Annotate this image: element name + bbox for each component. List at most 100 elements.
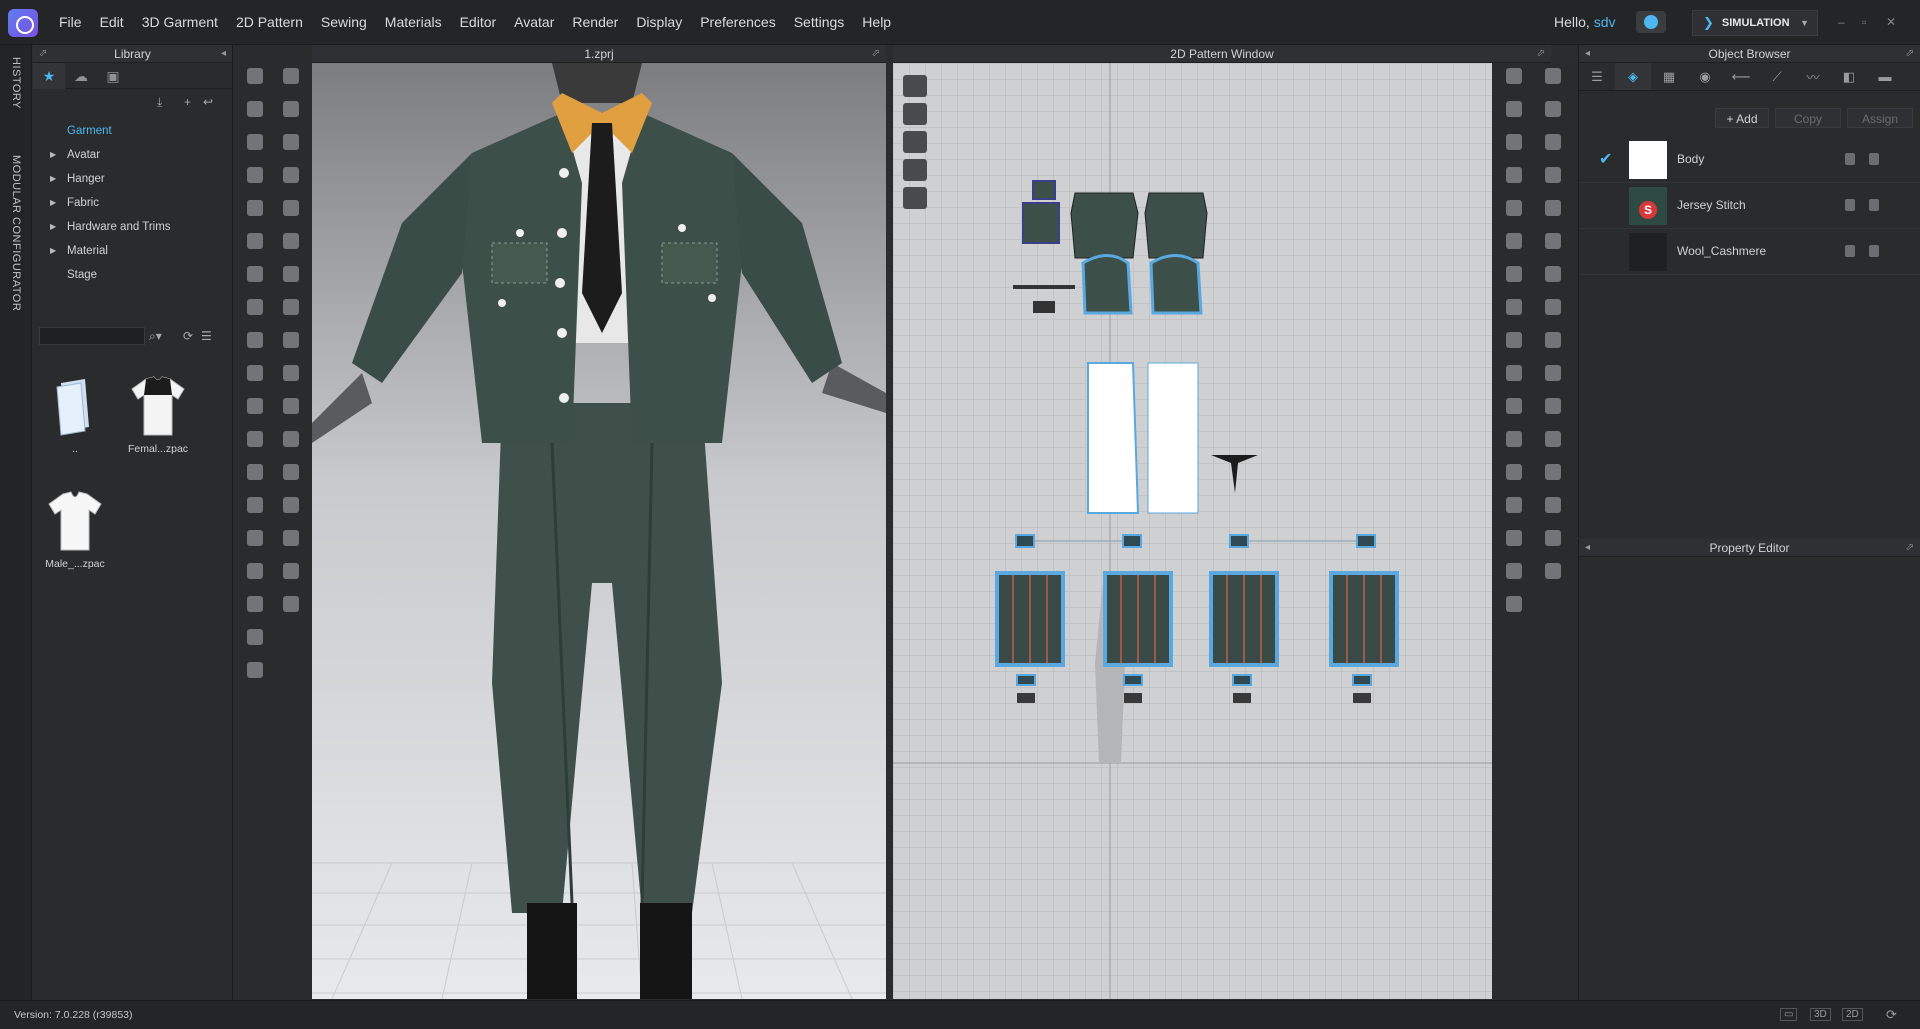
tree-item-hardware-and-trims[interactable]: ▶ Hardware and Trims <box>33 215 232 239</box>
free-sewing-icon[interactable] <box>1501 327 1527 353</box>
modular-configurator-tab[interactable]: MODULAR CONFIGURATOR <box>10 155 22 311</box>
camera-2d-icon[interactable] <box>1540 525 1566 551</box>
cloud-icon[interactable] <box>1636 11 1666 33</box>
add-folder-icon[interactable]: + <box>184 95 191 109</box>
bag-icon[interactable]: ▣ <box>97 63 129 89</box>
collapse-icon[interactable]: ◂ <box>1585 539 1590 557</box>
fabric-icon[interactable] <box>1845 245 1855 257</box>
fabric-tab-icon[interactable]: ◈ <box>1615 63 1651 90</box>
edit-point-icon[interactable] <box>1501 96 1527 122</box>
jacket-icon[interactable] <box>242 657 268 683</box>
topstitch-icon[interactable] <box>1540 459 1566 485</box>
tree-item-material[interactable]: ▶ Material <box>33 239 232 263</box>
copy-icon[interactable] <box>1869 245 1879 257</box>
gift-icon[interactable] <box>1540 558 1566 584</box>
close-icon[interactable]: ✕ <box>1886 16 1898 28</box>
menu-file[interactable]: File <box>50 14 91 30</box>
knife-icon[interactable] <box>278 228 304 254</box>
3d-viewport[interactable] <box>312 63 886 999</box>
puckering-icon[interactable] <box>242 393 268 419</box>
iron-icon[interactable] <box>1540 195 1566 221</box>
restore-icon[interactable]: ▫ <box>1862 16 1874 28</box>
tree-item-fabric[interactable]: ▶ Fabric <box>33 191 232 215</box>
pencil-icon[interactable] <box>278 129 304 155</box>
menu-sewing[interactable]: Sewing <box>312 14 376 30</box>
buttonhole-icon[interactable] <box>278 393 304 419</box>
ruler-icon[interactable] <box>242 591 268 617</box>
move-icon[interactable] <box>242 96 268 122</box>
material-row[interactable]: S Jersey Stitch <box>1579 183 1920 229</box>
elastic-icon[interactable] <box>1501 426 1527 452</box>
fabric-icon[interactable] <box>1845 199 1855 211</box>
menu-display[interactable]: Display <box>627 14 691 30</box>
menu-render[interactable]: Render <box>563 14 627 30</box>
layer-icon[interactable] <box>278 492 304 518</box>
tree-item-stage[interactable]: Stage <box>33 263 232 287</box>
block-icon[interactable] <box>278 525 304 551</box>
cut-icon[interactable] <box>1540 129 1566 155</box>
swatch-icon[interactable] <box>278 558 304 584</box>
split-view-icon[interactable]: ▭ <box>1780 1008 1798 1021</box>
file-thumbnail[interactable]: .. <box>40 375 110 455</box>
pattern-icon[interactable] <box>278 327 304 353</box>
measure-icon[interactable] <box>242 228 268 254</box>
button-tab-icon[interactable]: ◉ <box>1687 63 1723 90</box>
dart-icon[interactable] <box>1501 261 1527 287</box>
texture-edit-icon[interactable] <box>1501 228 1527 254</box>
expand-arrow-icon[interactable]: ▶ <box>50 143 56 167</box>
list-icon[interactable]: ☰ <box>1579 63 1615 90</box>
line-icon[interactable] <box>1540 393 1566 419</box>
zipper-icon[interactable] <box>278 426 304 452</box>
fitting-icon[interactable] <box>242 558 268 584</box>
trim-tab-icon[interactable]: ◧ <box>1831 63 1867 90</box>
slash-spread-icon[interactable] <box>1540 162 1566 188</box>
copy-icon[interactable] <box>1869 153 1879 165</box>
fold-arrange-icon[interactable] <box>242 63 268 89</box>
gusset-icon[interactable] <box>1501 393 1527 419</box>
undock-icon[interactable]: ⬀ <box>39 45 47 63</box>
material-row[interactable]: Wool_Cashmere <box>1579 229 1920 275</box>
shirt-icon[interactable] <box>242 624 268 650</box>
annotation-icon[interactable] <box>1501 459 1527 485</box>
tape-icon[interactable] <box>278 96 304 122</box>
caret-down-icon[interactable]: ▼ <box>1800 18 1809 28</box>
measure-2d-icon[interactable] <box>1540 426 1566 452</box>
steam-icon[interactable] <box>242 360 268 386</box>
fold-icon[interactable] <box>1501 558 1527 584</box>
undock-icon[interactable]: ⬀ <box>872 45 880 63</box>
text-icon[interactable] <box>1501 492 1527 518</box>
seam-icon[interactable] <box>1540 360 1566 386</box>
camera-icon[interactable] <box>242 294 268 320</box>
menu-preferences[interactable]: Preferences <box>691 14 784 30</box>
zigzag-icon[interactable] <box>1540 492 1566 518</box>
cloud-library-icon[interactable]: ☁ <box>65 63 97 89</box>
pleat-icon[interactable] <box>1540 261 1566 287</box>
undock-icon[interactable]: ⬀ <box>1906 539 1914 557</box>
ruler-tab-icon[interactable]: ▬ <box>1867 63 1903 90</box>
simulation-button[interactable]: ❯ SIMULATION ▼ <box>1692 10 1818 36</box>
internal-polygon-icon[interactable] <box>1501 195 1527 221</box>
menu-2d-pattern[interactable]: 2D Pattern <box>227 14 312 30</box>
list-view-icon[interactable]: ☰ <box>201 329 212 343</box>
download-icon[interactable]: ⤓ <box>157 95 162 110</box>
expand-arrow-icon[interactable]: ▶ <box>50 167 56 191</box>
button-icon[interactable] <box>278 360 304 386</box>
tree-item-garment[interactable]: Garment <box>33 119 232 143</box>
topstitch-tab-icon[interactable]: ⟋ <box>1759 63 1795 90</box>
back-icon[interactable]: ↩ <box>203 95 213 109</box>
check-sewing-icon[interactable] <box>1540 294 1566 320</box>
history-tab[interactable]: HISTORY <box>10 57 22 109</box>
shirt-icon[interactable] <box>242 459 268 485</box>
menu-edit[interactable]: Edit <box>91 14 133 30</box>
stitch-icon[interactable] <box>1540 327 1566 353</box>
pin-icon[interactable] <box>242 195 268 221</box>
file-thumbnail[interactable]: Male_...zpac <box>40 490 110 570</box>
menu-materials[interactable]: Materials <box>376 14 451 30</box>
tree-item-hanger[interactable]: ▶ Hanger <box>33 167 232 191</box>
username[interactable]: sdv <box>1594 14 1616 30</box>
assign-button[interactable]: Assign <box>1847 108 1913 128</box>
collapse-icon[interactable]: ◂ <box>221 45 226 63</box>
app-logo-icon[interactable] <box>8 9 38 37</box>
search-icon[interactable]: ⌕▾ <box>149 329 162 344</box>
2d-pattern-canvas[interactable] <box>893 63 1492 999</box>
